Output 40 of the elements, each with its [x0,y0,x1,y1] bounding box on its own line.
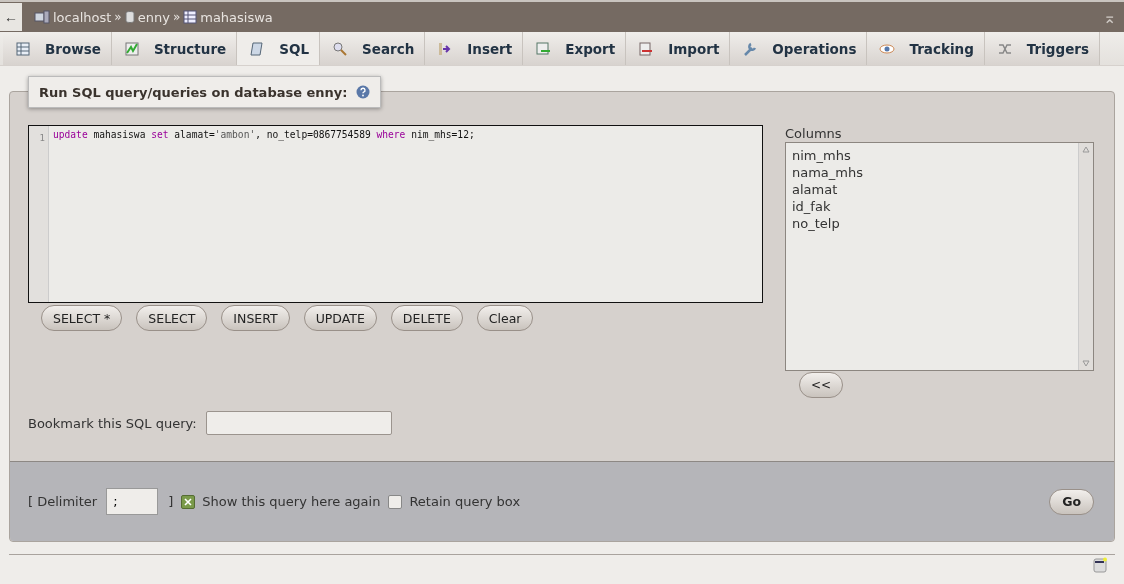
go-button[interactable]: Go [1049,488,1094,515]
checkbox-label: Show this query here again [202,494,381,509]
tab[interactable]: Import [626,32,731,65]
breadcrumb-link[interactable]: enny [137,9,170,25]
breadcrumb-link[interactable]: mahasiswa [200,9,273,25]
line-number: 1 [39,133,45,143]
column-item[interactable]: alamat [792,181,1072,198]
breadcrumb-separator: » [172,10,181,24]
column-item[interactable]: nama_mhs [792,164,1072,181]
columns-label: Columns [785,126,843,141]
column-item[interactable]: id_fak [792,198,1072,215]
query-button[interactable]: UPDATE [303,305,377,331]
insert-column-button[interactable]: << [799,372,843,398]
bookmark-label: Bookmark this SQL query: [28,415,197,431]
query-button[interactable]: SELECT * [41,305,123,331]
column-item[interactable]: no_telp [792,215,1072,232]
column-item[interactable]: nim_mhs [792,147,1072,164]
tab[interactable]: Export [523,32,627,65]
tab[interactable]: Triggers [984,32,1100,65]
delimiter-field[interactable]: ; [106,488,159,515]
tab[interactable]: Browse [3,32,112,65]
query-button[interactable]: DELETE [390,305,463,331]
tab[interactable]: Search [320,32,426,65]
query-button[interactable]: Clear [476,305,534,331]
tab[interactable]: Insert [425,32,524,65]
sql-editor[interactable]: 1 update mahasiswa set alamat='ambon', no_telp=0867754589 where nim_mhs=12; [28,125,763,303]
breadcrumb-separator: » [114,10,122,24]
query-button[interactable]: INSERT [221,305,290,331]
section-title: Run SQL query/queries on database enny: [39,84,348,100]
checkbox-label: Retain query box [409,494,521,509]
breadcrumb-link[interactable]: localhost [53,9,112,25]
tab[interactable]: SQL [237,32,321,65]
delimiter-label: [ Delimiter [28,494,98,509]
tab[interactable]: Structure [111,32,238,65]
tab[interactable]: Tracking [867,32,985,65]
query-button[interactable]: SELECT [136,305,208,331]
back-button[interactable]: ← [0,3,22,31]
delimiter-bracket: ] [168,494,174,509]
tab[interactable]: Operations [730,32,868,65]
code-line: update mahasiswa set alamat='ambon', no_telp=0867754589 where nim_mhs=12; [53,129,475,140]
